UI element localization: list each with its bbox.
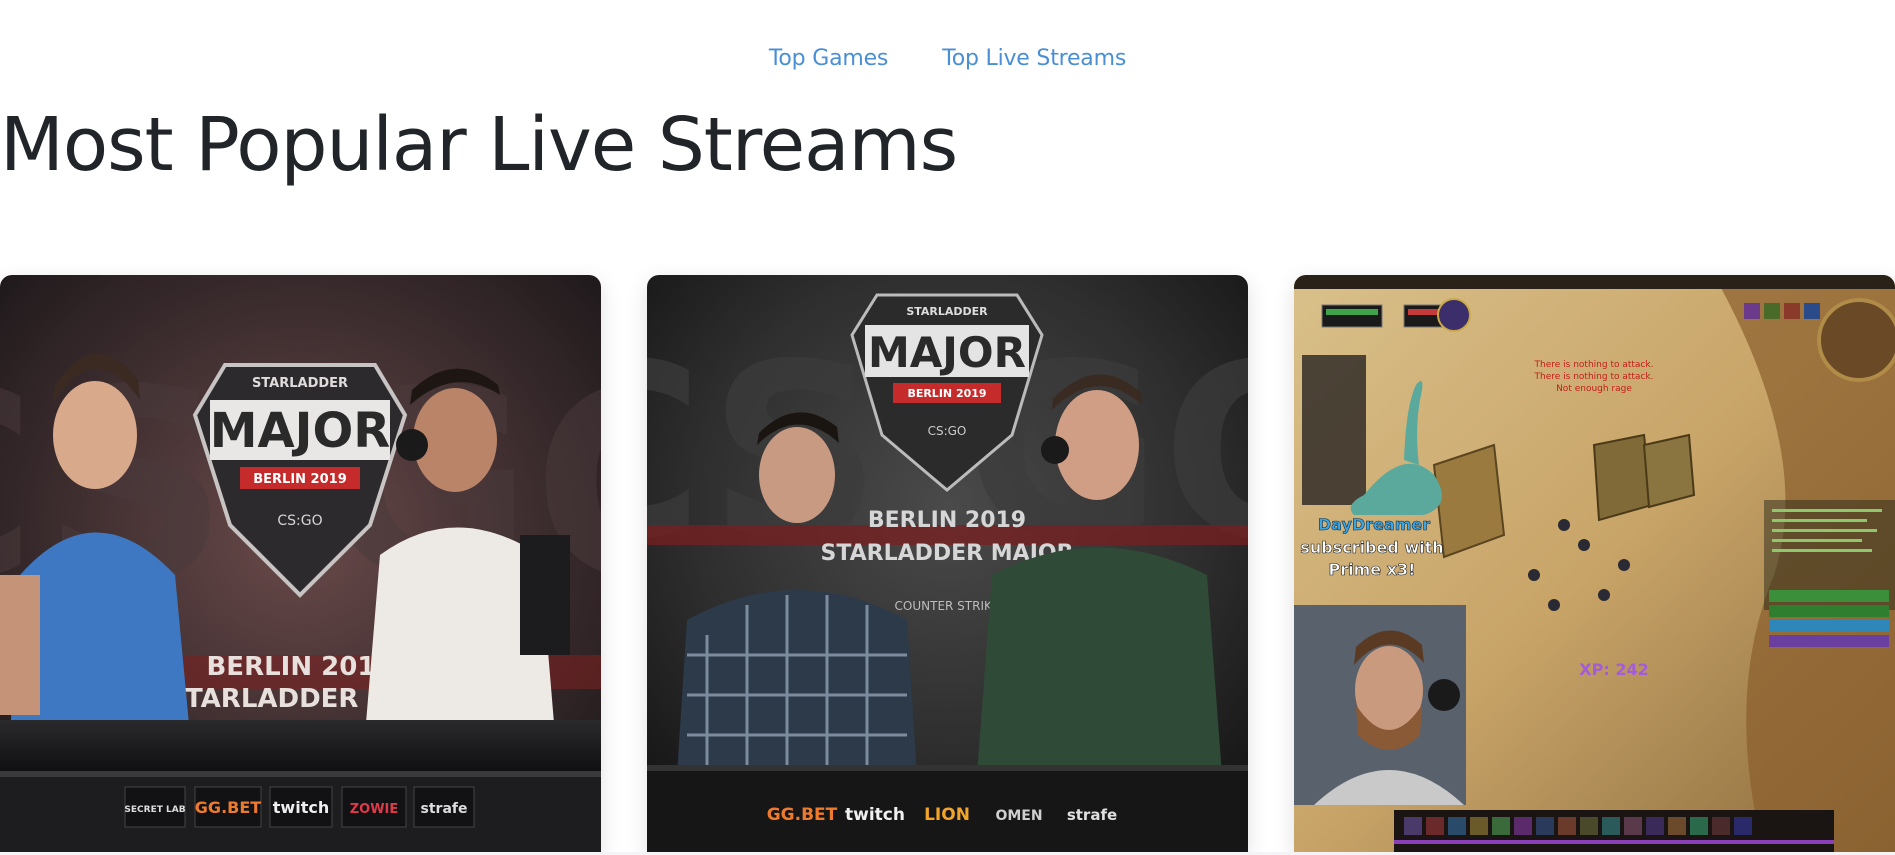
wall-text-1: BERLIN 2019: [206, 652, 393, 682]
logo-mark-text: CS:GO: [928, 424, 967, 438]
logo-top-text: STARLADDER: [906, 305, 988, 318]
xp-text: XP: 242: [1579, 660, 1648, 679]
sponsor-5: strafe: [421, 801, 468, 817]
page-title: Most Popular Live Streams: [0, 102, 958, 188]
sponsor-3: LION: [924, 805, 970, 825]
wall-text-1: BERLIN 2019: [868, 508, 1026, 533]
stream-card[interactable]: CS GO STARLADDER MAJOR BERLIN 2019 CS:GO…: [647, 275, 1248, 853]
minimap: [1817, 298, 1895, 382]
logo-sub-text: BERLIN 2019: [907, 387, 986, 400]
sponsor-3: twitch: [273, 798, 329, 817]
logo-sub-text: BERLIN 2019: [253, 472, 347, 487]
combat-text-2: There is nothing to attack.: [1534, 372, 1654, 382]
combat-text-1: There is nothing to attack.: [1534, 360, 1654, 370]
sponsor-1: GG.BET: [767, 805, 838, 825]
logo-main-text: MAJOR: [210, 403, 391, 459]
stream-thumbnail[interactable]: CS GO STARLADDER MAJOR BERLIN 2019 CS:GO…: [647, 275, 1248, 853]
alert-name: DayDreamer: [1318, 515, 1430, 534]
sponsor-1: SECRET LAB: [124, 805, 185, 815]
top-nav: Top Games Top Live Streams: [0, 46, 1895, 71]
sponsor-2: GG.BET: [195, 798, 261, 817]
sponsor-2: twitch: [845, 805, 905, 825]
logo-top-text: STARLADDER: [252, 376, 348, 391]
sponsor-4: ZOWIE: [350, 802, 399, 817]
stream-card-grid: CS GO STARLADDER MAJOR BERLIN 2019 CS:GO…: [0, 275, 1895, 855]
sponsor-bar: SECRET LAB GG.BET twitch ZOWIE strafe: [124, 786, 475, 828]
nav-link-top-live-streams[interactable]: Top Live Streams: [942, 46, 1126, 71]
webcam-overlay: [1294, 605, 1466, 805]
alert-text-1: subscribed with: [1300, 538, 1443, 557]
logo-main-text: MAJOR: [868, 328, 1026, 377]
alert-text-2: Prime x3!: [1329, 560, 1416, 579]
nav-link-top-games[interactable]: Top Games: [769, 46, 888, 71]
logo-mark-text: CS:GO: [277, 513, 322, 529]
combat-text-3: Not enough rage: [1556, 384, 1632, 394]
wall-text-3: COUNTER STRIKE: [895, 599, 1000, 613]
stream-thumbnail[interactable]: There is nothing to attack. There is not…: [1294, 275, 1895, 853]
stream-card[interactable]: CS GO STARLADDER MAJOR BERLIN 2019 CS:GO…: [0, 275, 601, 853]
stream-thumbnail[interactable]: CS GO STARLADDER MAJOR BERLIN 2019 CS:GO…: [0, 275, 601, 853]
sponsor-5: strafe: [1067, 806, 1117, 824]
sponsor-4: OMEN: [995, 808, 1042, 824]
stream-card[interactable]: There is nothing to attack. There is not…: [1294, 275, 1895, 853]
